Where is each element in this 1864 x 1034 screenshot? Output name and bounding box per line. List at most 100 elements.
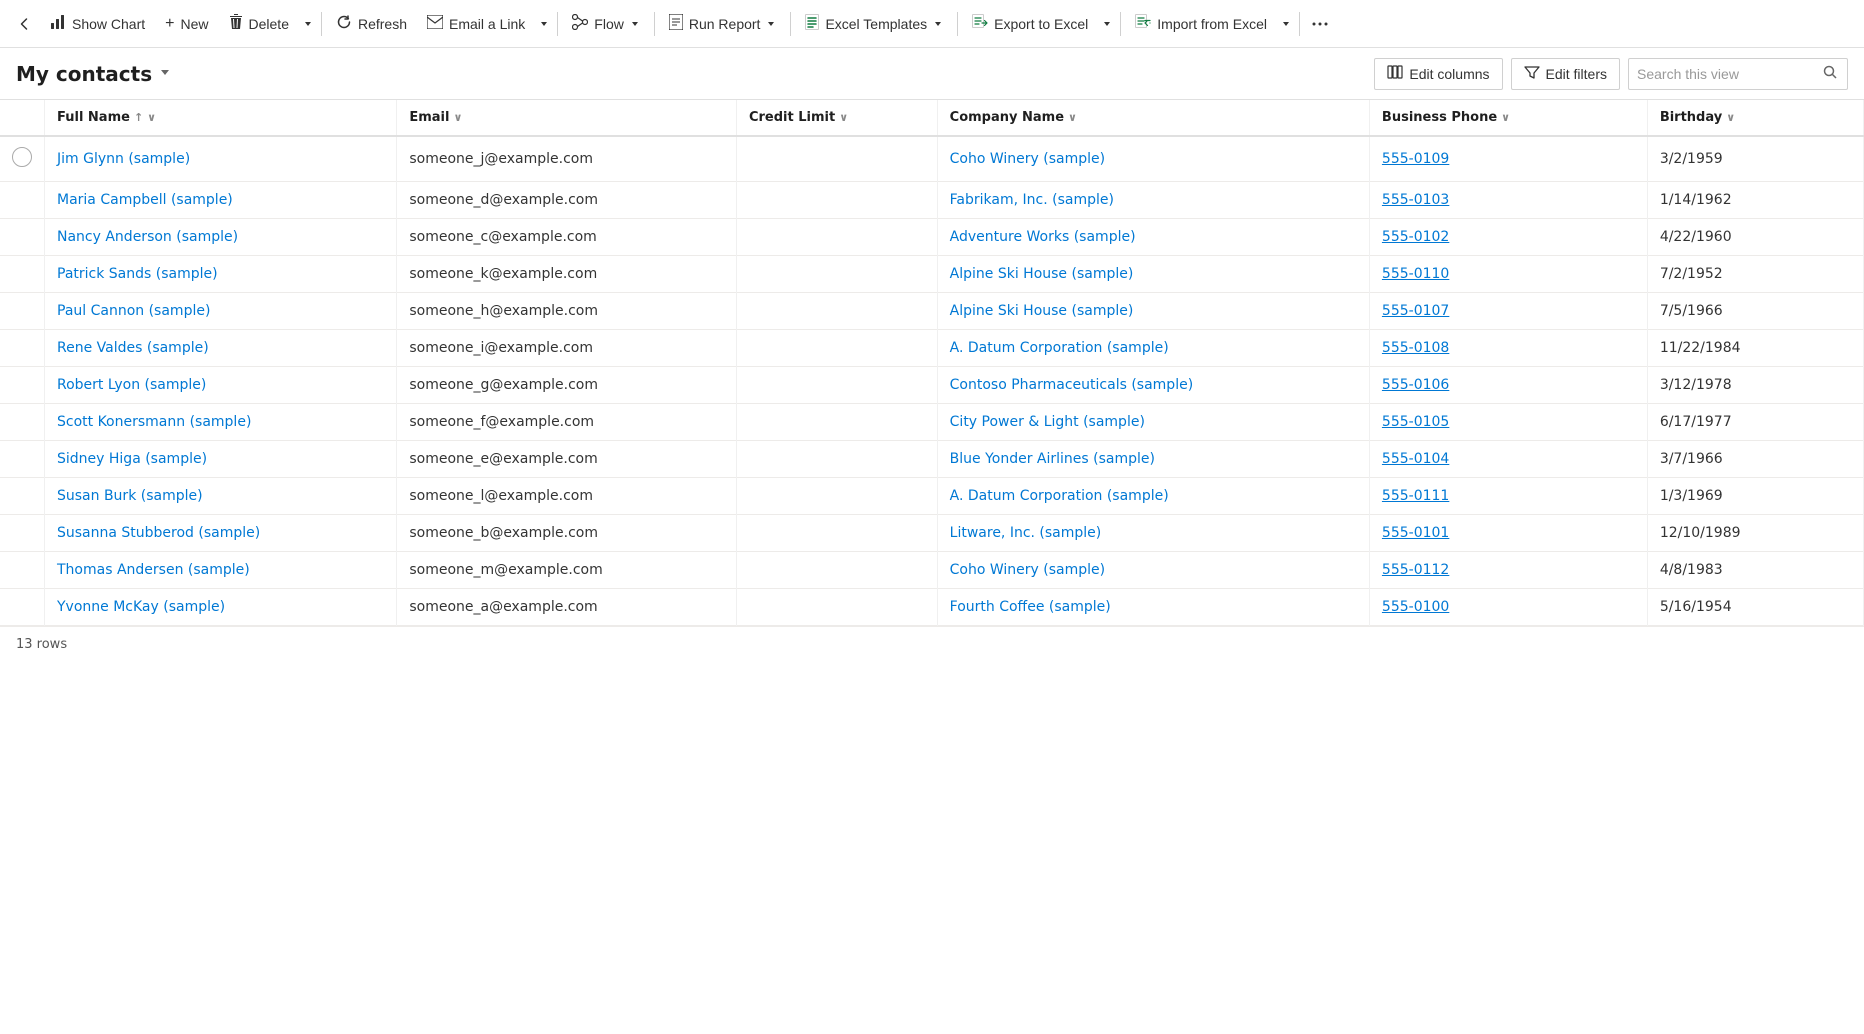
run-report-label: Run Report bbox=[689, 16, 761, 32]
fullname-cell[interactable]: Scott Konersmann (sample) bbox=[57, 414, 251, 430]
table-row: Rene Valdes (sample)someone_i@example.co… bbox=[0, 330, 1864, 367]
email-link-button[interactable]: Email a Link bbox=[417, 6, 535, 42]
business-phone-column-header[interactable]: Business Phone ∨ bbox=[1369, 100, 1647, 136]
email-link-dropdown-button[interactable] bbox=[535, 6, 553, 42]
separator-6 bbox=[1120, 12, 1121, 36]
business-phone-cell[interactable]: 555-0112 bbox=[1382, 562, 1449, 578]
fullname-cell[interactable]: Sidney Higa (sample) bbox=[57, 451, 207, 467]
company-name-cell[interactable]: Coho Winery (sample) bbox=[950, 151, 1105, 167]
business-phone-cell[interactable]: 555-0107 bbox=[1382, 303, 1449, 319]
company-name-cell[interactable]: Alpine Ski House (sample) bbox=[950, 266, 1134, 282]
contacts-table: Full Name ↑ ∨ Email ∨ Credit Limit ∨ bbox=[0, 100, 1864, 626]
email-link-label: Email a Link bbox=[449, 16, 525, 32]
company-name-cell[interactable]: Adventure Works (sample) bbox=[950, 229, 1136, 245]
page-title-wrap: My contacts bbox=[16, 62, 172, 86]
business-phone-cell[interactable]: 555-0111 bbox=[1382, 488, 1449, 504]
business-phone-cell[interactable]: 555-0106 bbox=[1382, 377, 1449, 393]
company-name-cell[interactable]: Litware, Inc. (sample) bbox=[950, 525, 1102, 541]
birthday-filter-icon[interactable]: ∨ bbox=[1726, 111, 1735, 124]
business-phone-cell[interactable]: 555-0109 bbox=[1382, 151, 1449, 167]
business-phone-cell[interactable]: 555-0108 bbox=[1382, 340, 1449, 356]
delete-button[interactable]: Delete bbox=[219, 6, 299, 42]
company-name-cell[interactable]: A. Datum Corporation (sample) bbox=[950, 340, 1169, 356]
fullname-cell[interactable]: Rene Valdes (sample) bbox=[57, 340, 209, 356]
refresh-button[interactable]: Refresh bbox=[326, 6, 417, 42]
company-name-cell[interactable]: Blue Yonder Airlines (sample) bbox=[950, 451, 1155, 467]
business-phone-cell[interactable]: 555-0110 bbox=[1382, 266, 1449, 282]
export-excel-dropdown-button[interactable] bbox=[1098, 6, 1116, 42]
company-name-cell[interactable]: City Power & Light (sample) bbox=[950, 414, 1145, 430]
business-phone-cell[interactable]: 555-0102 bbox=[1382, 229, 1449, 245]
table-body: Jim Glynn (sample)someone_j@example.comC… bbox=[0, 136, 1864, 626]
birthday-cell: 1/3/1969 bbox=[1647, 478, 1863, 515]
business-phone-cell[interactable]: 555-0101 bbox=[1382, 525, 1449, 541]
company-name-cell[interactable]: Fabrikam, Inc. (sample) bbox=[950, 192, 1114, 208]
import-excel-dropdown-button[interactable] bbox=[1277, 6, 1295, 42]
search-input[interactable] bbox=[1637, 66, 1817, 82]
company-name-cell[interactable]: Fourth Coffee (sample) bbox=[950, 599, 1111, 615]
row-count: 13 rows bbox=[16, 637, 67, 652]
delete-dropdown-button[interactable] bbox=[299, 6, 317, 42]
fullname-header-label: Full Name bbox=[57, 110, 130, 125]
business-phone-cell[interactable]: 555-0104 bbox=[1382, 451, 1449, 467]
fullname-cell[interactable]: Yvonne McKay (sample) bbox=[57, 599, 225, 615]
table-row: Thomas Andersen (sample)someone_m@exampl… bbox=[0, 552, 1864, 589]
email-filter-icon[interactable]: ∨ bbox=[453, 111, 462, 124]
email-cell: someone_k@example.com bbox=[397, 256, 737, 293]
fullname-cell[interactable]: Thomas Andersen (sample) bbox=[57, 562, 250, 578]
birthday-cell: 3/12/1978 bbox=[1647, 367, 1863, 404]
company-name-filter-icon[interactable]: ∨ bbox=[1068, 111, 1077, 124]
business-phone-cell[interactable]: 555-0103 bbox=[1382, 192, 1449, 208]
birthday-cell: 7/5/1966 bbox=[1647, 293, 1863, 330]
table-row: Robert Lyon (sample)someone_g@example.co… bbox=[0, 367, 1864, 404]
fullname-filter-icon[interactable]: ∨ bbox=[147, 111, 156, 124]
chart-icon bbox=[50, 14, 66, 33]
credit-limit-column-header[interactable]: Credit Limit ∨ bbox=[736, 100, 937, 136]
more-options-button[interactable] bbox=[1304, 6, 1336, 42]
company-name-cell[interactable]: Alpine Ski House (sample) bbox=[950, 303, 1134, 319]
fullname-cell[interactable]: Robert Lyon (sample) bbox=[57, 377, 206, 393]
birthday-column-header[interactable]: Birthday ∨ bbox=[1647, 100, 1863, 136]
search-box bbox=[1628, 58, 1848, 90]
company-name-cell[interactable]: Coho Winery (sample) bbox=[950, 562, 1105, 578]
fullname-cell[interactable]: Nancy Anderson (sample) bbox=[57, 229, 238, 245]
export-excel-label: Export to Excel bbox=[994, 16, 1088, 32]
credit-limit-cell bbox=[736, 515, 937, 552]
edit-columns-button[interactable]: Edit columns bbox=[1374, 58, 1502, 90]
show-chart-button[interactable]: Show Chart bbox=[40, 6, 155, 42]
header-actions: Edit columns Edit filters bbox=[1374, 58, 1848, 90]
run-report-button[interactable]: Run Report bbox=[659, 6, 787, 42]
fullname-cell[interactable]: Patrick Sands (sample) bbox=[57, 266, 218, 282]
import-excel-button[interactable]: Import from Excel bbox=[1125, 6, 1277, 42]
fullname-cell[interactable]: Susanna Stubberod (sample) bbox=[57, 525, 260, 541]
export-excel-button[interactable]: Export to Excel bbox=[962, 6, 1098, 42]
row-selector[interactable] bbox=[12, 147, 32, 167]
back-button[interactable] bbox=[8, 6, 40, 42]
checkbox-header[interactable] bbox=[0, 100, 45, 136]
credit-limit-cell bbox=[736, 404, 937, 441]
email-column-header[interactable]: Email ∨ bbox=[397, 100, 737, 136]
flow-button[interactable]: Flow bbox=[562, 6, 650, 42]
table-row: Susan Burk (sample)someone_l@example.com… bbox=[0, 478, 1864, 515]
fullname-cell[interactable]: Paul Cannon (sample) bbox=[57, 303, 210, 319]
business-phone-cell[interactable]: 555-0100 bbox=[1382, 599, 1449, 615]
refresh-icon bbox=[336, 14, 352, 33]
fullname-cell[interactable]: Jim Glynn (sample) bbox=[57, 151, 190, 167]
filter-icon bbox=[1524, 64, 1540, 83]
credit-limit-cell bbox=[736, 136, 937, 182]
business-phone-filter-icon[interactable]: ∨ bbox=[1501, 111, 1510, 124]
new-button[interactable]: + New bbox=[155, 6, 218, 42]
company-name-column-header[interactable]: Company Name ∨ bbox=[937, 100, 1369, 136]
fullname-column-header[interactable]: Full Name ↑ ∨ bbox=[45, 100, 397, 136]
fullname-cell[interactable]: Susan Burk (sample) bbox=[57, 488, 203, 504]
company-name-cell[interactable]: Contoso Pharmaceuticals (sample) bbox=[950, 377, 1194, 393]
edit-filters-button[interactable]: Edit filters bbox=[1511, 58, 1620, 90]
business-phone-header-label: Business Phone bbox=[1382, 110, 1497, 125]
business-phone-cell[interactable]: 555-0105 bbox=[1382, 414, 1449, 430]
credit-limit-filter-icon[interactable]: ∨ bbox=[839, 111, 848, 124]
fullname-cell[interactable]: Maria Campbell (sample) bbox=[57, 192, 233, 208]
credit-limit-cell bbox=[736, 256, 937, 293]
title-dropdown-button[interactable] bbox=[158, 65, 172, 83]
excel-templates-button[interactable]: Excel Templates bbox=[795, 6, 953, 42]
company-name-cell[interactable]: A. Datum Corporation (sample) bbox=[950, 488, 1169, 504]
